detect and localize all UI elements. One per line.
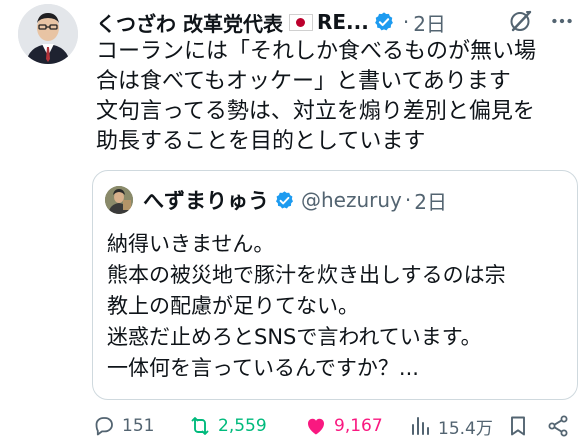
quoted-author-handle[interactable]: @hezuruy <box>301 188 402 212</box>
tweet-text: コーランには「それしか食べるものが無い場 合は食べてもオッケー」と書いてあります… <box>96 37 576 157</box>
views-count: 15.4万 <box>438 418 493 439</box>
tweet-action-bar: 151 2,559 9,167 15.4万 <box>86 412 576 440</box>
quoted-tweet-time[interactable]: 2日 <box>414 186 447 215</box>
author-avatar-image <box>18 4 78 64</box>
quoted-tweet-text: 納得いきません。 熊本の被災地で豚汁を炊き出しするのは宗 教上の配慮が足りてない… <box>107 229 506 384</box>
quoted-text-line: 納得いきません。 <box>107 232 275 256</box>
like-count: 9,167 <box>334 416 383 436</box>
tweet-text-line: 文句言ってる勢は、対立を煽り差別と偏見を <box>96 99 535 124</box>
quoted-text-line: 熊本の被災地で豚汁を炊き出しするのは宗 <box>107 263 506 287</box>
repost-count: 2,559 <box>218 416 267 436</box>
tweet-time[interactable]: 2日 <box>413 8 446 37</box>
quoted-header-separator: · <box>404 188 412 212</box>
more-icon[interactable] <box>549 8 575 34</box>
like-button[interactable]: 9,167 <box>304 412 383 440</box>
verified-badge-icon[interactable] <box>274 190 295 211</box>
quoted-tweet-card[interactable]: へずまりゅう @hezuruy · 2日 納得いきません。 熊本の被災地で豚汁を… <box>92 170 578 400</box>
reply-count: 151 <box>122 416 155 436</box>
author-name-suffix[interactable]: RE... <box>317 10 369 34</box>
quoted-tweet-header: へずまりゅう @hezuruy · 2日 <box>105 185 447 215</box>
repost-button[interactable]: 2,559 <box>188 412 267 440</box>
quoted-text-line: 迷惑だ止めろとSNSで言われています。 <box>107 325 482 349</box>
share-button[interactable] <box>546 412 576 440</box>
reply-icon <box>95 417 113 436</box>
bookmark-icon <box>511 416 525 436</box>
quoted-text-line: 教上の配慮が足りてない。 <box>107 294 359 318</box>
heart-icon <box>308 418 324 435</box>
author-avatar[interactable] <box>18 4 78 64</box>
verified-badge-icon[interactable] <box>373 11 395 33</box>
header-separator: · <box>402 10 410 34</box>
quoted-author-name[interactable]: へずまりゅう <box>143 185 269 215</box>
repost-icon <box>191 417 209 435</box>
share-icon <box>548 415 568 437</box>
tweet-text-line: コーランには「それしか食べるものが無い場 <box>96 39 537 64</box>
quoted-author-avatar[interactable] <box>105 186 133 214</box>
bookmark-button[interactable] <box>506 412 536 440</box>
author-name[interactable]: くつざわ 改革党代表 <box>96 8 283 37</box>
tweet-text-line: 助長することを目的としています <box>96 129 426 154</box>
tweet-text-line: 合は食べてもオッケー」と書いてあります <box>96 69 511 94</box>
views-button[interactable]: 15.4万 <box>408 412 493 440</box>
views-icon <box>412 417 429 435</box>
reply-button[interactable]: 151 <box>92 412 154 440</box>
tweet-header: くつざわ 改革党代表 RE... · 2日 <box>96 8 573 36</box>
grok-icon[interactable] <box>509 9 533 33</box>
japan-flag-icon <box>288 13 313 31</box>
quoted-text-line: 一体何を言っているんですか？... <box>107 356 419 380</box>
